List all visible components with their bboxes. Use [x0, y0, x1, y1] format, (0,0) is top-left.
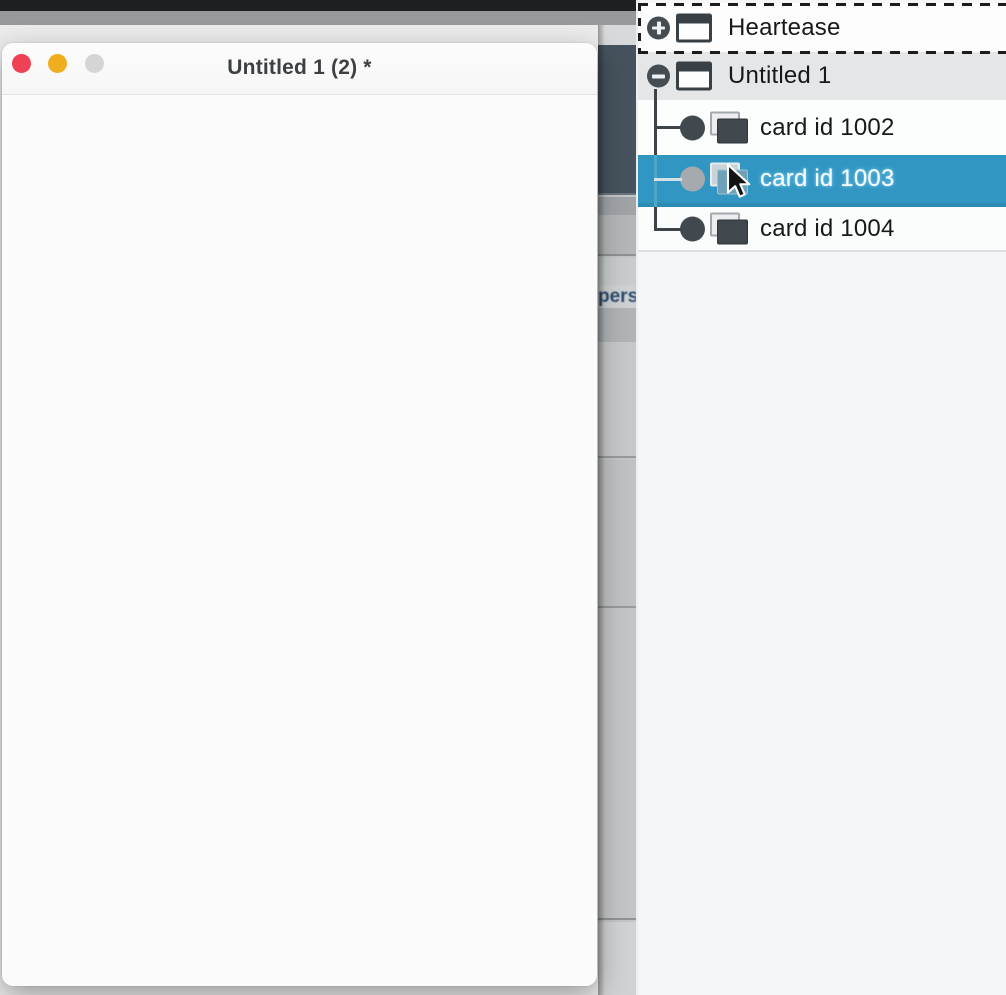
tree-row-label: card id 1004: [760, 214, 895, 242]
background-window-fragment: [598, 342, 636, 458]
tree-row-label: Heartease: [728, 13, 841, 41]
background-window-fragment: [598, 922, 636, 995]
card-bullet-icon: [680, 216, 705, 241]
tree-line-branch: [654, 228, 682, 231]
tree-row-stack-heartease[interactable]: Heartease: [638, 3, 1006, 52]
card-bullet-icon: [680, 115, 705, 140]
drop-indicator-bottom: [638, 51, 1006, 54]
stack-window-icon: [676, 13, 712, 42]
tree-row-card-1003-selected[interactable]: card id 1003: [638, 155, 1006, 207]
plus-icon[interactable]: [647, 16, 670, 39]
top-dark-bar: [0, 0, 638, 11]
card-canvas[interactable]: [2, 96, 597, 986]
background-window-fragment: [598, 215, 636, 256]
stack-window-icon: [676, 61, 712, 91]
background-window-fragment: [598, 460, 636, 608]
background-window-strip[interactable]: pers: [598, 25, 636, 995]
window-titlebar[interactable]: Untitled 1 (2) *: [2, 43, 597, 95]
clipped-link-text: pers: [598, 285, 636, 308]
card-icon: [708, 212, 749, 245]
tree-row-card-1002[interactable]: card id 1002: [638, 100, 1006, 155]
tree-row-label: Untitled 1: [728, 62, 832, 89]
background-window-titlebar-fragment: [598, 25, 636, 45]
screen: pers Untitled 1 (2) * Heartease Untitled…: [0, 0, 1006, 995]
card-icon: [708, 111, 749, 144]
tree-row-card-1004[interactable]: card id 1004: [638, 207, 1006, 252]
stack-window-untitled-1: Untitled 1 (2) *: [2, 43, 597, 986]
tree-line-vertical: [654, 155, 657, 207]
arrow-cursor-icon: [726, 163, 751, 198]
drop-indicator-top: [638, 3, 1006, 6]
minus-icon[interactable]: [647, 64, 670, 88]
tree-row-label: card id 1002: [760, 113, 895, 141]
background-window-fragment: [598, 197, 636, 215]
background-window-fragment: [598, 308, 636, 342]
project-browser-panel: Heartease Untitled 1 card id 1002 card i…: [636, 0, 1006, 995]
tree-line-vertical: [654, 89, 657, 155]
background-window-dark-fragment: [598, 45, 636, 195]
tree-line-branch: [654, 126, 682, 129]
drop-indicator-left: [638, 3, 641, 54]
card-bullet-icon: [680, 166, 705, 192]
background-window-fragment: [598, 610, 636, 920]
tree-row-label: card id 1003: [760, 165, 895, 192]
tree-line-branch: [654, 178, 682, 181]
window-title: Untitled 1 (2) *: [227, 56, 372, 79]
background-window-fragment: [598, 258, 636, 285]
tree-row-stack-untitled-1[interactable]: Untitled 1: [638, 52, 1006, 100]
menu-bar: [0, 11, 638, 25]
